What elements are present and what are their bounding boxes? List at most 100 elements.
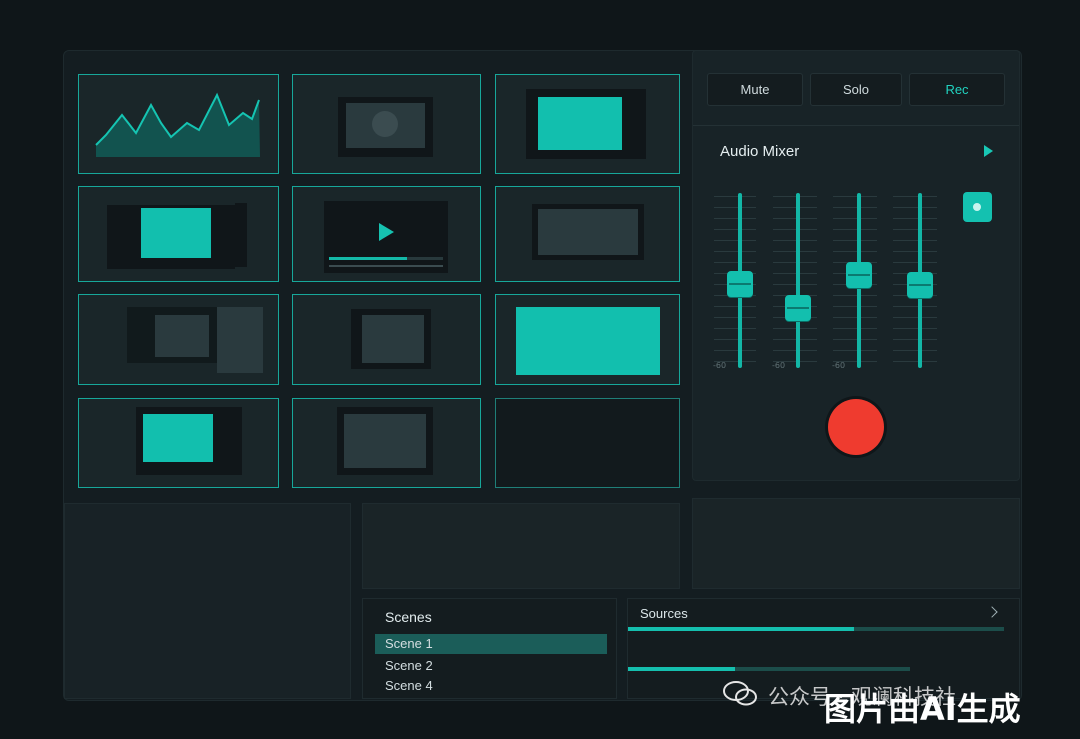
mute-button[interactable]: Mute <box>707 73 803 106</box>
scale-tick <box>893 218 937 219</box>
preview-tile-video[interactable] <box>292 186 481 282</box>
db-label: -60 <box>713 361 727 370</box>
scale-tick <box>893 339 937 340</box>
watermark-ai-notice: 图片由AI生成 <box>824 690 1021 728</box>
scale-tick <box>893 262 937 263</box>
toolbar-divider <box>693 125 1019 126</box>
scale-tick <box>833 229 877 230</box>
rec-button[interactable]: Rec <box>909 73 1005 106</box>
color-source <box>516 307 660 375</box>
scale-tick <box>714 262 756 263</box>
preview-tile-screen-1[interactable] <box>495 74 680 174</box>
scale-tick <box>773 229 817 230</box>
preview-tile-window[interactable] <box>292 294 481 385</box>
scale-tick <box>773 207 817 208</box>
scale-tick <box>833 196 877 197</box>
scene-item-4[interactable]: Scene 4 <box>385 678 433 693</box>
scale-tick <box>773 262 817 263</box>
scale-tick <box>833 295 877 296</box>
db-label: -60 <box>832 361 846 370</box>
scale-tick <box>714 328 756 329</box>
screen-content <box>143 414 213 462</box>
scale-tick <box>773 240 817 241</box>
fader-handle-4[interactable] <box>907 272 933 298</box>
scale-tick <box>714 196 756 197</box>
scale-tick <box>714 317 756 318</box>
solo-button[interactable]: Solo <box>810 73 902 106</box>
line-chart-thumbnail <box>95 92 260 157</box>
scale-tick <box>893 207 937 208</box>
scale-tick <box>773 284 817 285</box>
preview-tile-screen-2[interactable] <box>78 186 279 282</box>
dock-panel-center <box>362 503 680 589</box>
expand-arrow-icon[interactable] <box>984 145 993 157</box>
scale-tick <box>833 218 877 219</box>
scale-tick <box>714 240 756 241</box>
scale-tick <box>893 240 937 241</box>
source-progress-fill-1 <box>628 627 854 631</box>
scale-tick <box>714 350 756 351</box>
scale-tick <box>773 196 817 197</box>
fader-track-2 <box>796 193 800 368</box>
scale-tick <box>833 251 877 252</box>
fader-handle-2[interactable] <box>785 295 811 321</box>
screen-content <box>362 315 424 363</box>
scale-tick <box>714 251 756 252</box>
preview-tile-screen-3[interactable] <box>78 398 279 488</box>
scene-item-1[interactable]: Scene 1 <box>385 636 433 651</box>
fader-handle-3[interactable] <box>846 262 872 288</box>
play-icon[interactable] <box>379 223 394 241</box>
record-button[interactable] <box>825 396 887 458</box>
wechat-icon <box>722 680 758 706</box>
scale-tick <box>833 306 877 307</box>
scale-tick <box>773 273 817 274</box>
preview-tile-blank-screen[interactable] <box>495 186 680 282</box>
wechat-logo <box>723 681 757 706</box>
scale-tick <box>893 251 937 252</box>
channel-toggle-button[interactable] <box>963 192 992 222</box>
second-window <box>217 307 263 373</box>
camera-lens-icon <box>372 111 398 137</box>
scale-tick <box>893 306 937 307</box>
scale-tick <box>714 218 756 219</box>
scale-tick <box>893 317 937 318</box>
scale-tick <box>773 350 817 351</box>
scale-tick <box>833 350 877 351</box>
db-label: -60 <box>772 361 786 370</box>
scenes-title: Scenes <box>385 609 432 625</box>
source-progress-fill-2 <box>628 667 735 671</box>
scale-tick <box>893 361 937 362</box>
scale-tick <box>833 328 877 329</box>
dot-icon <box>973 203 981 211</box>
fader-handle-1[interactable] <box>727 271 753 297</box>
scale-tick <box>893 196 937 197</box>
preview-tile-chart[interactable] <box>78 74 279 174</box>
scale-tick <box>714 306 756 307</box>
screen-content <box>538 97 622 150</box>
scale-tick <box>833 317 877 318</box>
preview-tile-empty[interactable] <box>495 398 680 488</box>
scale-tick <box>773 218 817 219</box>
preview-tile-camera[interactable] <box>292 74 481 174</box>
screen-content <box>538 209 638 255</box>
scene-item-2[interactable]: Scene 2 <box>385 658 433 673</box>
preview-tile-image[interactable] <box>292 398 481 488</box>
monitor-screen <box>155 315 209 357</box>
scale-tick <box>833 207 877 208</box>
scale-tick <box>773 328 817 329</box>
scale-tick <box>773 251 817 252</box>
scale-tick <box>714 207 756 208</box>
preview-tile-desktop[interactable] <box>78 294 279 385</box>
scale-tick <box>714 339 756 340</box>
scale-tick <box>773 339 817 340</box>
dock-panel-left <box>64 503 351 699</box>
scale-tick <box>833 240 877 241</box>
screen-content <box>344 414 426 468</box>
scale-tick <box>893 229 937 230</box>
audio-mixer-title: Audio Mixer <box>720 143 800 160</box>
preview-tile-color[interactable] <box>495 294 680 385</box>
sources-title: Sources <box>640 606 688 621</box>
scale-tick <box>893 328 937 329</box>
scale-tick <box>833 339 877 340</box>
screen-content <box>141 208 211 258</box>
